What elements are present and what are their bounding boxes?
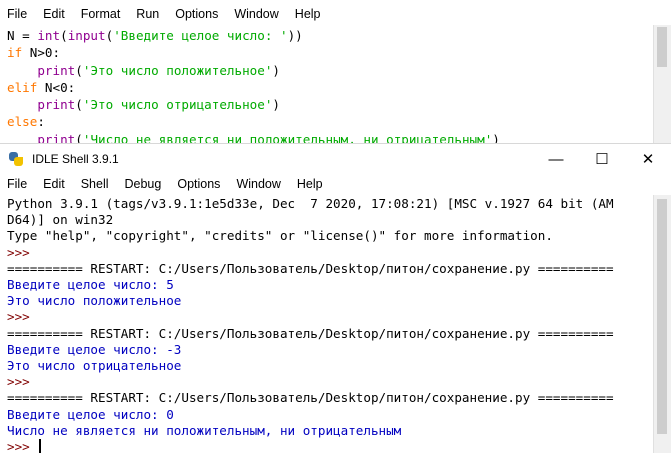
code-token: ): [272, 97, 281, 113]
code-string: 'Введите целое число: ': [113, 28, 288, 43]
shell-prompt: >>>: [7, 244, 38, 260]
code-token: )): [287, 28, 303, 43]
editor-text-area[interactable]: N = int(input('Введите целое число: ')) …: [0, 25, 655, 147]
restart-line: ========== RESTART: C:/Users/Пользовател…: [7, 260, 614, 276]
python-banner-line: D64)] on win32: [7, 212, 114, 228]
editor-menu-run[interactable]: Run: [128, 7, 167, 21]
shell-prompt: >>>: [7, 309, 38, 325]
code-token: (: [75, 62, 83, 78]
shell-scrollbar[interactable]: [653, 195, 671, 453]
input-prompt-line: Введите целое число: 5: [7, 277, 174, 293]
text-cursor: [39, 439, 42, 454]
shell-menu-help[interactable]: Help: [289, 177, 331, 191]
editor-menu-file[interactable]: File: [0, 7, 35, 21]
shell-menu-shell[interactable]: Shell: [73, 177, 117, 191]
editor-menu-help[interactable]: Help: [287, 7, 329, 21]
code-token: (: [60, 28, 68, 43]
code-keyword: if: [7, 45, 23, 61]
code-builtin: input: [67, 28, 106, 43]
shell-window-title: IDLE Shell 3.9.1: [32, 152, 119, 166]
editor-menubar: File Edit Format Run Options Window Help: [0, 3, 671, 25]
minimize-button[interactable]: —: [533, 144, 579, 174]
python-logo-icon: [8, 151, 24, 167]
close-button[interactable]: ✕: [625, 144, 671, 174]
shell-menu-window[interactable]: Window: [228, 177, 288, 191]
shell-titlebar: IDLE Shell 3.9.1 — ☐ ✕: [0, 143, 671, 174]
code-builtin: print: [37, 62, 76, 78]
code-string: 'Это число положительное': [82, 62, 273, 78]
program-output-line: Это число отрицательное: [7, 358, 182, 374]
program-output-line: Число не является ни положительным, ни о…: [7, 422, 402, 438]
input-prompt-line: Введите целое число: -3: [7, 341, 182, 357]
code-builtin: int: [37, 28, 61, 43]
code-line-6: else:: [7, 114, 45, 129]
python-banner-line: Python 3.9.1 (tags/v3.9.1:1e5d33e, Dec 7…: [7, 196, 614, 211]
shell-menu-edit[interactable]: Edit: [35, 177, 73, 191]
shell-prompt: >>>: [7, 439, 38, 455]
code-token: N>0:: [22, 45, 61, 61]
editor-menu-edit[interactable]: Edit: [35, 7, 73, 21]
shell-output: Python 3.9.1 (tags/v3.9.1:1e5d33e, Dec 7…: [0, 195, 654, 455]
editor-menu-options[interactable]: Options: [167, 7, 226, 21]
code-keyword: elif: [7, 79, 38, 95]
shell-prompt: >>>: [7, 374, 38, 390]
shell-text-area[interactable]: Python 3.9.1 (tags/v3.9.1:1e5d33e, Dec 7…: [0, 195, 654, 455]
restart-line: ========== RESTART: C:/Users/Пользовател…: [7, 390, 614, 406]
shell-menubar: File Edit Shell Debug Options Window Hel…: [0, 173, 671, 195]
editor-menu-window[interactable]: Window: [226, 7, 286, 21]
code-token: :: [37, 114, 45, 130]
python-banner-line: Type "help", "copyright", "credits" or "…: [7, 228, 553, 244]
window-controls: — ☐ ✕: [533, 144, 671, 174]
code-token: N =: [7, 28, 38, 43]
shell-scrollbar-thumb[interactable]: [657, 199, 667, 434]
shell-menu-file[interactable]: File: [0, 177, 35, 191]
code-line-5: print('Это число отрицательное'): [7, 97, 280, 112]
code-string: 'Это число отрицательное': [82, 97, 273, 113]
maximize-button[interactable]: ☐: [579, 144, 625, 174]
editor-menu-format[interactable]: Format: [73, 7, 129, 21]
code-line-3: print('Это число положительное'): [7, 63, 280, 78]
program-output-line: Это число положительное: [7, 293, 182, 309]
editor-scrollbar[interactable]: [653, 25, 671, 143]
editor-scrollbar-thumb[interactable]: [657, 27, 667, 67]
input-prompt-line: Введите целое число: 0: [7, 406, 174, 422]
shell-menu-debug[interactable]: Debug: [117, 177, 170, 191]
restart-line: ========== RESTART: C:/Users/Пользовател…: [7, 325, 614, 341]
code-token: (: [75, 97, 83, 113]
code-keyword: else: [7, 114, 38, 130]
shell-menu-options[interactable]: Options: [169, 177, 228, 191]
code-token: N<0:: [37, 79, 76, 95]
code-line-2: if N>0:: [7, 45, 60, 60]
code-line-4: elif N<0:: [7, 80, 75, 95]
code-token: ): [272, 62, 281, 78]
code-builtin: print: [37, 97, 76, 113]
editor-code: N = int(input('Введите целое число: ')) …: [0, 25, 655, 148]
code-line-1: N = int(input('Введите целое число: ')): [7, 28, 303, 43]
